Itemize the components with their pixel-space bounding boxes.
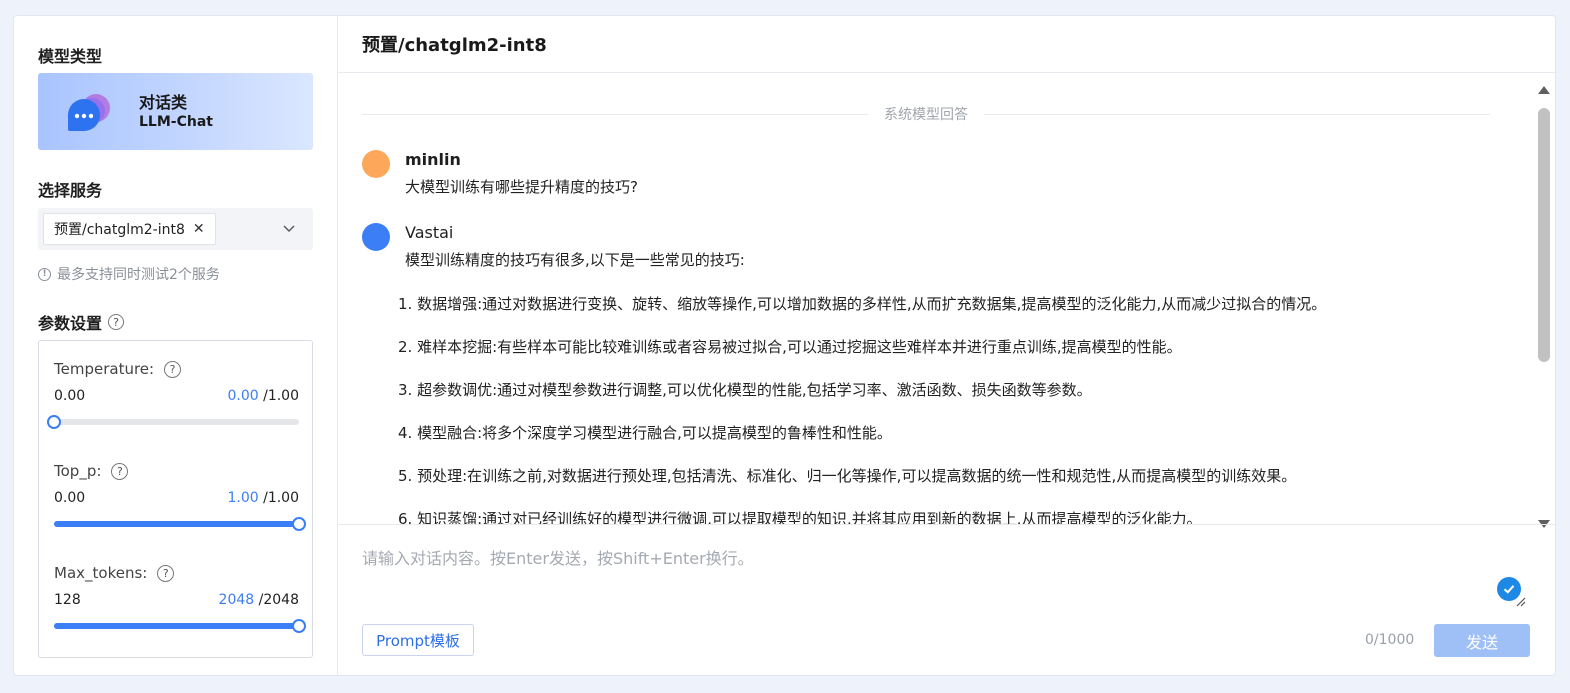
service-select[interactable]: 预置/chatglm2-int8 ✕ [38, 208, 313, 250]
param-values: 0.00 0.00 /1.00 [54, 388, 299, 406]
param-label-text: Temperature: [54, 360, 155, 378]
param-current-max: 2048 /2048 [219, 592, 299, 610]
service-hint: ! 最多支持同时测试2个服务 [38, 264, 220, 284]
prompt-template-button[interactable]: Prompt模板 [362, 624, 474, 656]
left-panel: 模型类型 对话类 LLM-Chat 选择服务 预置/chatglm2-int8 … [14, 16, 338, 675]
param-current: 2048 [218, 592, 255, 608]
system-divider: 系统模型回答 [362, 104, 1490, 124]
chevron-down-icon[interactable] [283, 222, 295, 234]
help-icon[interactable]: ? [164, 360, 182, 378]
list-item: 5. 预处理:在训练之前,对数据进行预处理,包括清洗、标准化、归一化等操作,可以… [398, 467, 1297, 485]
model-type-title: 模型类型 [38, 47, 103, 66]
message-text: 大模型训练有哪些提升精度的技巧? [405, 178, 638, 196]
param-label: Max_tokens: ? [54, 563, 299, 583]
list-item: 3. 超参数调优:通过对模型参数进行调整,可以优化模型的性能,包括学习率、激活函… [398, 381, 1092, 399]
param-label-text: Max_tokens: [54, 564, 148, 582]
list-item: 1. 数据增强:通过对数据进行变换、旋转、缩放等操作,可以增加数据的多样性,从而… [398, 295, 1327, 313]
list-item: 2. 难样本挖掘:有些样本可能比较难训练或者容易被过拟合,可以通过挖掘这些难样本… [398, 338, 1182, 356]
slider-thumb[interactable] [292, 619, 306, 633]
param-min: 0.00 [54, 490, 86, 506]
params-title-row: 参数设置 ? [38, 310, 125, 334]
model-card-llm-chat[interactable]: 对话类 LLM-Chat [38, 73, 313, 150]
param-min: 128 [54, 592, 81, 608]
message-text: 模型训练精度的技巧有很多,以下是一些常见的技巧: [405, 251, 745, 269]
chat-area: 系统模型回答 minlin 大模型训练有哪些提升精度的技巧? Vastai 模型… [338, 74, 1555, 524]
avatar [362, 150, 390, 178]
divider-line [362, 113, 868, 115]
check-mark-icon [1503, 585, 1515, 594]
tag-close-icon[interactable]: ✕ [193, 221, 205, 237]
message-author: minlin [405, 150, 461, 169]
select-service-title: 选择服务 [38, 181, 103, 200]
answer-list: 1. 数据增强:通过对数据进行变换、旋转、缩放等操作,可以增加数据的多样性,从而… [398, 294, 1326, 524]
input-area: Prompt模板 0/1000 发送 [338, 524, 1555, 677]
help-icon[interactable]: ? [157, 564, 175, 582]
param-label: Top_p: ? [54, 461, 299, 481]
param-current-max: 1.00 /1.00 [227, 490, 299, 508]
scroll-thumb[interactable] [1538, 108, 1550, 362]
divider-line [984, 113, 1490, 115]
service-hint-text: 最多支持同时测试2个服务 [57, 267, 220, 283]
help-icon[interactable]: ? [111, 462, 129, 480]
app-frame: 模型类型 对话类 LLM-Chat 选择服务 预置/chatglm2-int8 … [13, 15, 1556, 676]
temperature-slider[interactable] [47, 415, 299, 429]
param-current-max: 0.00 /1.00 [227, 388, 299, 406]
top-p-slider[interactable] [54, 517, 306, 531]
send-button[interactable]: 发送 [1434, 624, 1530, 657]
right-panel: 预置/chatglm2-int8 系统模型回答 minlin 大模型训练有哪些提… [338, 16, 1555, 675]
scroll-up-arrow-icon[interactable] [1538, 86, 1550, 94]
param-label: Temperature: ? [54, 359, 299, 379]
param-current: 1.00 [227, 490, 259, 506]
chat-input[interactable] [362, 545, 1502, 605]
param-temperature: Temperature: ? 0.00 0.00 /1.00 [47, 359, 299, 429]
chat-header-title: 预置/chatglm2-int8 [338, 16, 1555, 73]
model-card-subtitle: LLM-Chat [139, 114, 213, 130]
param-max: /1.00 [263, 490, 299, 506]
model-card-text: 对话类 LLM-Chat [139, 93, 213, 131]
service-tag: 预置/chatglm2-int8 ✕ [43, 213, 216, 245]
param-top-p: Top_p: ? 0.00 1.00 /1.00 [54, 461, 306, 531]
param-values: 128 2048 /2048 [54, 592, 299, 610]
slider-fill [54, 521, 299, 527]
param-max-tokens: Max_tokens: ? 128 2048 /2048 [54, 563, 306, 633]
param-label-text: Top_p: [54, 462, 102, 480]
help-icon[interactable]: ? [108, 314, 125, 330]
model-card-name: 对话类 [139, 93, 188, 112]
chat-bubble-icon [68, 94, 110, 131]
info-icon: ! [38, 267, 51, 281]
list-item: 4. 模型融合:将多个深度学习模型进行融合,可以提高模型的鲁棒性和性能。 [398, 424, 892, 442]
param-max: /1.00 [263, 388, 299, 404]
max-tokens-slider[interactable] [54, 619, 306, 633]
divider-label: 系统模型回答 [884, 107, 968, 123]
slider-fill [54, 623, 299, 629]
resize-grip-icon[interactable] [1514, 595, 1526, 607]
char-counter: 0/1000 [1365, 632, 1415, 648]
param-max: /2048 [258, 592, 299, 608]
list-item: 6. 知识蒸馏:通过对已经训练好的模型进行微调,可以提取模型的知识,并将其应用到… [398, 510, 1202, 524]
slider-thumb[interactable] [47, 415, 61, 429]
params-box: Temperature: ? 0.00 0.00 /1.00 Top_p: ? [38, 340, 313, 658]
param-min: 0.00 [54, 388, 86, 404]
param-current: 0.00 [227, 388, 259, 404]
chat-scrollbar[interactable] [1537, 78, 1551, 528]
slider-thumb[interactable] [292, 517, 306, 531]
params-title: 参数设置 [38, 314, 103, 333]
service-tag-label: 预置/chatglm2-int8 [54, 222, 185, 238]
param-values: 0.00 1.00 /1.00 [54, 490, 299, 508]
message-author: Vastai [405, 223, 454, 242]
avatar [362, 223, 390, 251]
